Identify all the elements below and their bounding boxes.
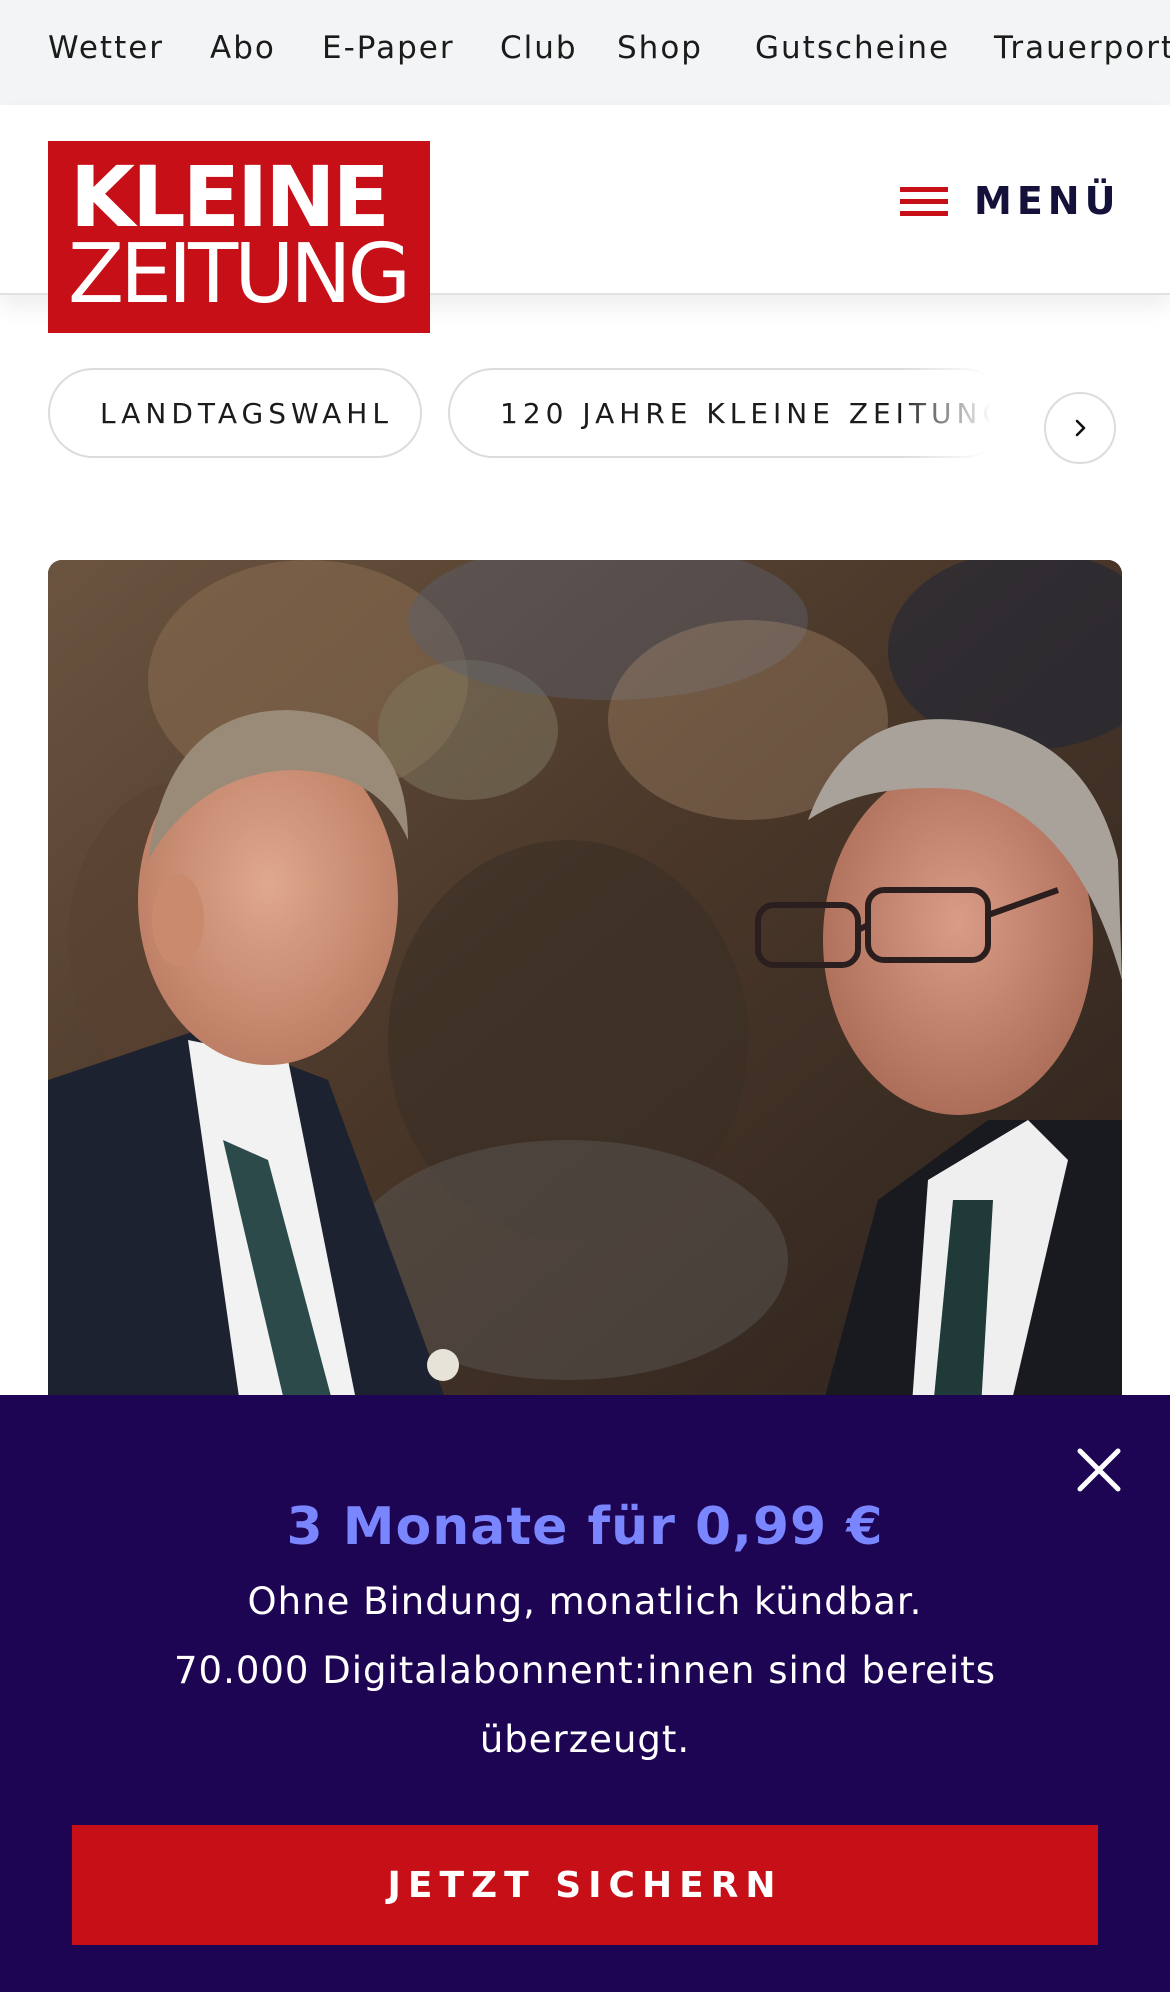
close-icon: [1077, 1448, 1121, 1492]
close-paywall-button[interactable]: [1074, 1445, 1124, 1495]
hero-article-image[interactable]: [48, 560, 1122, 1460]
topic-pills-bar: LANDTAGSWAHL 120 JAHRE KLEINE ZEITUNG: [0, 362, 1170, 466]
topic-pill-label: LANDTAGSWAHL: [100, 396, 393, 430]
menu-button[interactable]: MENÜ: [900, 171, 1120, 231]
topnav-link-trauerportal[interactable]: Trauerportal: [994, 30, 1170, 66]
menu-label: MENÜ: [974, 179, 1121, 223]
hamburger-icon: [900, 184, 948, 218]
topnav-link-abo[interactable]: Abo: [210, 30, 276, 66]
top-utility-nav: Wetter Abo E-Paper Club Shop Gutscheine …: [0, 0, 1170, 105]
chevron-right-icon: [1075, 419, 1086, 437]
logo-line-zeitung: ZEITUNG: [68, 227, 411, 322]
subscription-paywall: 3 Monate für 0,99 € Ohne Bindung, monatl…: [0, 1395, 1170, 1992]
topnav-link-epaper[interactable]: E-Paper: [322, 30, 455, 66]
offer-line-no-commitment: Ohne Bindung, monatlich kündbar.: [247, 1580, 923, 1623]
pills-next-button[interactable]: [1044, 392, 1116, 464]
topic-pill-landtagswahl[interactable]: LANDTAGSWAHL: [48, 368, 422, 458]
offer-title: 3 Monate für 0,99 €: [286, 1497, 884, 1557]
pills-fade-overlay: [900, 362, 1030, 466]
topnav-link-gutscheine[interactable]: Gutscheine: [755, 30, 950, 66]
topnav-link-club[interactable]: Club: [500, 30, 578, 66]
offer-line-subscribers: 70.000 Digitalabonnent:innen sind bereit…: [174, 1649, 996, 1761]
subscribe-cta-button[interactable]: JETZT SICHERN: [72, 1825, 1098, 1945]
hero-photo-illustration: [48, 560, 1122, 1460]
kleine-zeitung-logo[interactable]: KLEINE ZEITUNG: [48, 141, 430, 333]
topnav-link-wetter[interactable]: Wetter: [48, 30, 164, 66]
site-header: KLEINE ZEITUNG MENÜ: [0, 105, 1170, 333]
offer-description: Ohne Bindung, monatlich kündbar. 70.000 …: [120, 1567, 1050, 1774]
topnav-link-shop[interactable]: Shop: [617, 30, 703, 66]
